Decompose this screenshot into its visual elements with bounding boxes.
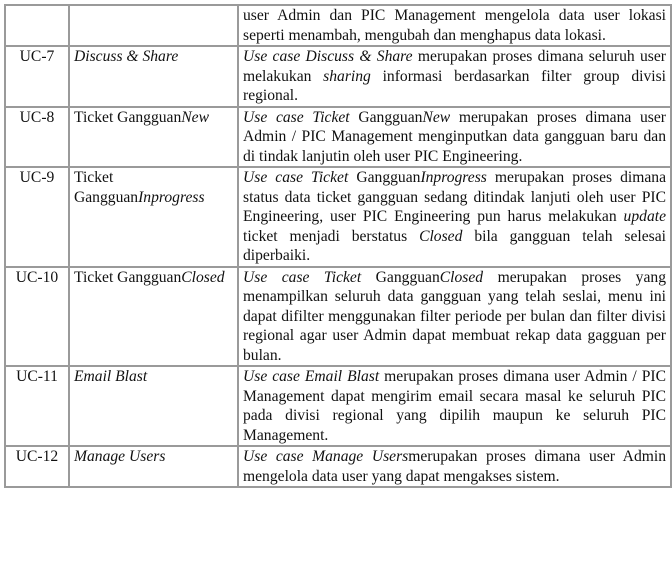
use-case-description-cell: Use case Email Blast merupakan proses di… bbox=[237, 365, 672, 447]
table-row: user Admin dan PIC Management mengelola … bbox=[4, 4, 672, 47]
table-row: UC-7 Discuss & Share Use case Discuss & Sh… bbox=[4, 45, 672, 108]
use-case-id-cell: UC-9 bbox=[4, 166, 70, 268]
use-case-description-run: ticket menjadi berstatus bbox=[243, 227, 420, 245]
use-case-description-cell: Use case Manage Usersmerupakan proses di… bbox=[237, 445, 672, 488]
use-case-description-run: Inprogress bbox=[420, 169, 487, 186]
use-case-description-run: Use case Ticket bbox=[243, 268, 362, 286]
use-case-description-run: Use case Manage Users bbox=[243, 448, 409, 465]
use-case-description-run: user Admin dan PIC Management mengelola … bbox=[243, 7, 666, 44]
use-case-id-cell: UC-11 bbox=[4, 365, 70, 447]
use-case-name-run: Ticket Gangguan bbox=[74, 108, 182, 126]
use-case-id-cell: UC-8 bbox=[4, 105, 70, 168]
use-case-description-run: Use case Ticket bbox=[243, 169, 349, 186]
use-case-description-cell: Use case Ticket GangguanNew merupakan pr… bbox=[237, 105, 672, 168]
use-case-description-run: Gangguan bbox=[361, 268, 440, 286]
use-case-id-cell: UC-7 bbox=[4, 45, 70, 108]
use-case-name-cell: Ticket GangguanInprogress bbox=[68, 166, 239, 268]
table-row: UC-10 Ticket GangguanClosed Use case Ticke… bbox=[4, 265, 672, 367]
table-row: UC-9 Ticket GangguanInprogress Use case Ti… bbox=[4, 166, 672, 268]
table-row: UC-11 Email Blast Use case Email Blast mer… bbox=[4, 365, 672, 447]
use-case-id-cell: UC-10 bbox=[4, 265, 70, 367]
use-case-table-body: user Admin dan PIC Management mengelola … bbox=[4, 4, 672, 488]
use-case-name-cell: Manage Users bbox=[68, 445, 239, 488]
use-case-description-run: New bbox=[422, 108, 451, 126]
use-case-description-run: Closed bbox=[439, 268, 484, 286]
use-case-description-cell: Use case Ticket GangguanInprogress merup… bbox=[237, 166, 672, 268]
use-case-name-cell: Email Blast bbox=[68, 365, 239, 447]
use-case-name-cell bbox=[68, 4, 239, 47]
use-case-id-cell bbox=[4, 4, 70, 47]
use-case-description-cell: Use case Discuss & Share merupakan prose… bbox=[237, 45, 672, 108]
use-case-name-run: New bbox=[181, 108, 210, 126]
use-case-description-run: Gangguan bbox=[348, 169, 421, 186]
use-case-description-cell: user Admin dan PIC Management mengelola … bbox=[237, 4, 672, 47]
use-case-name-cell: Discuss & Share bbox=[68, 45, 239, 108]
use-case-description-run: Use case Email Blast bbox=[243, 368, 380, 385]
use-case-name-cell: Ticket GangguanClosed bbox=[68, 265, 239, 367]
use-case-description-run: update bbox=[623, 208, 666, 225]
use-case-description-run: Closed bbox=[419, 227, 463, 245]
use-case-name-run: Manage Users bbox=[74, 448, 166, 465]
use-case-description-run: sharing bbox=[323, 67, 371, 85]
use-case-description-run: Use case Ticket bbox=[243, 108, 350, 126]
table-row: UC-12 Manage Users Use case Manage Usersme… bbox=[4, 445, 672, 488]
table-row: UC-8 Ticket GangguanNew Use case Ticket Ga… bbox=[4, 105, 672, 168]
use-case-name-run: Closed bbox=[181, 268, 225, 286]
use-case-name-cell: Ticket GangguanNew bbox=[68, 105, 239, 168]
use-case-id-cell: UC-12 bbox=[4, 445, 70, 488]
use-case-description-cell: Use case Ticket GangguanClosed merupakan… bbox=[237, 265, 672, 367]
use-case-name-run: Discuss & Share bbox=[74, 48, 179, 65]
use-case-description-run: Gangguan bbox=[349, 108, 423, 126]
use-case-description-run: Use case Discuss & Share bbox=[243, 48, 413, 65]
use-case-name-run: Ticket Gangguan bbox=[74, 268, 182, 286]
use-case-name-run: Email Blast bbox=[74, 368, 148, 385]
use-case-name-run: Inprogress bbox=[138, 188, 205, 206]
use-case-name-run: Ticket Gangguan bbox=[74, 169, 139, 206]
use-case-table: user Admin dan PIC Management mengelola … bbox=[4, 4, 672, 488]
